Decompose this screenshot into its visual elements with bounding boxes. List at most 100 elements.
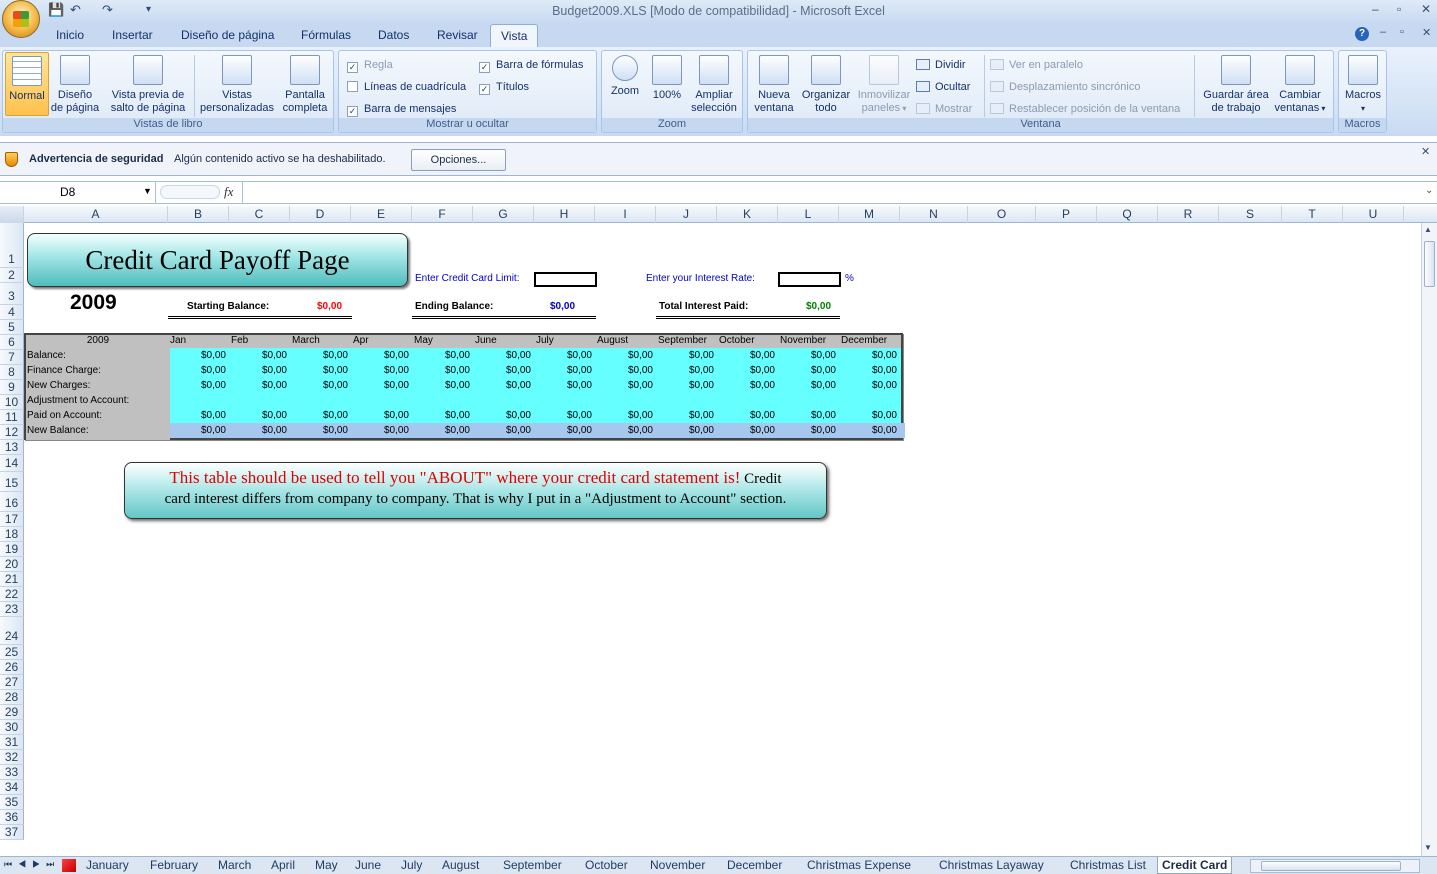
page-layout-button[interactable]: Diseño de página <box>49 55 101 115</box>
workbook-close-button[interactable]: ✕ <box>1422 26 1431 39</box>
column-header[interactable]: M <box>839 206 900 223</box>
row-header[interactable]: 27 <box>0 675 24 690</box>
column-header[interactable]: G <box>473 206 534 223</box>
insert-function-icon[interactable]: fx <box>224 184 233 200</box>
column-header[interactable]: R <box>1158 206 1219 223</box>
row-header[interactable]: 8 <box>0 365 24 380</box>
chevron-down-icon[interactable]: ▼ <box>143 186 152 196</box>
row-header[interactable]: 32 <box>0 750 24 765</box>
gridlines-checkbox[interactable]: Líneas de cuadrícula <box>347 81 466 93</box>
view-side-by-side-button[interactable]: Ver en paralelo <box>990 59 1083 71</box>
workbook-minimize-button[interactable]: – <box>1380 26 1386 38</box>
close-button[interactable]: ✕ <box>1421 2 1431 16</box>
column-header[interactable]: U <box>1343 206 1404 223</box>
column-header[interactable]: T <box>1282 206 1343 223</box>
row-header[interactable]: 19 <box>0 542 24 557</box>
new-window-button[interactable]: Nueva ventana <box>752 55 796 115</box>
row-header[interactable]: 4 <box>0 305 24 320</box>
vertical-scroll-thumb[interactable] <box>1424 241 1435 287</box>
page-break-preview-button[interactable]: Vista previa de salto de página <box>105 55 191 115</box>
row-header[interactable]: 13 <box>0 440 24 455</box>
row-header[interactable]: 30 <box>0 720 24 735</box>
tab-insertar[interactable]: Insertar <box>112 28 153 42</box>
unhide-button[interactable]: Mostrar <box>916 103 972 115</box>
maximize-button[interactable]: ▫ <box>1397 2 1401 16</box>
row-header[interactable]: 35 <box>0 795 24 810</box>
row-header[interactable]: 14 <box>0 455 24 472</box>
column-header[interactable]: Q <box>1097 206 1158 223</box>
column-header[interactable]: A <box>24 206 168 223</box>
macros-button[interactable]: Macros ▾ <box>1341 55 1385 115</box>
limit-input[interactable] <box>534 272 597 287</box>
sheet-tab[interactable]: October <box>581 857 632 874</box>
column-header[interactable]: D <box>290 206 351 223</box>
minimize-button[interactable]: – <box>1372 2 1379 16</box>
row-header[interactable]: 28 <box>0 690 24 705</box>
column-header[interactable]: N <box>900 206 968 223</box>
save-workspace-button[interactable]: Guardar área de trabajo <box>1198 55 1274 115</box>
tab-formulas[interactable]: Fórmulas <box>301 28 351 42</box>
name-box[interactable]: D8 ▼ <box>0 182 156 203</box>
sheet-tab[interactable]: April <box>267 857 299 874</box>
row-header[interactable]: 31 <box>0 735 24 750</box>
split-button[interactable]: Dividir <box>916 59 966 71</box>
options-button[interactable]: Opciones... <box>411 149 506 171</box>
row-header[interactable]: 6 <box>0 335 24 350</box>
workbook-restore-button[interactable]: ▫ <box>1400 26 1404 38</box>
undo-icon[interactable]: ↶ <box>70 2 81 18</box>
custom-views-button[interactable]: Vistas personalizadas <box>197 55 277 115</box>
row-header[interactable]: 1 <box>0 223 24 268</box>
column-header[interactable]: L <box>778 206 839 223</box>
scroll-down-icon[interactable]: ▼ <box>1424 843 1432 852</box>
sheet-tab[interactable]: November <box>646 857 709 874</box>
sheet-tab[interactable]: Christmas Layaway <box>935 857 1048 874</box>
expand-formula-bar-icon[interactable]: ⌄ <box>1425 185 1433 196</box>
horizontal-scrollbar[interactable] <box>1250 859 1420 873</box>
horizontal-scroll-thumb[interactable] <box>1261 861 1401 871</box>
sheet-tab[interactable]: July <box>397 857 426 874</box>
row-header[interactable]: 12 <box>0 425 24 440</box>
column-header[interactable]: H <box>534 206 595 223</box>
reset-window-position-button[interactable]: Restablecer posición de la ventana <box>990 103 1180 115</box>
tab-vista[interactable]: Vista <box>490 24 539 49</box>
column-header[interactable]: P <box>1036 206 1097 223</box>
sheet-tab[interactable]: September <box>499 857 566 874</box>
sheet-tab[interactable]: February <box>146 857 202 874</box>
sheet-tab[interactable]: December <box>723 857 786 874</box>
zoom-100-button[interactable]: 100% <box>648 55 686 102</box>
row-header[interactable]: 29 <box>0 705 24 720</box>
save-icon[interactable]: 💾 <box>48 2 64 18</box>
sync-scrolling-button[interactable]: Desplazamiento sincrónico <box>990 81 1140 93</box>
row-header[interactable]: 9 <box>0 380 24 395</box>
switch-windows-button[interactable]: Cambiar ventanas ▾ <box>1270 55 1330 115</box>
sheet-tab[interactable]: January <box>82 857 133 874</box>
sheet-tab[interactable]: Credit Card <box>1157 857 1233 874</box>
row-header[interactable]: 21 <box>0 572 24 587</box>
column-header[interactable]: O <box>968 206 1036 223</box>
column-header[interactable]: E <box>351 206 412 223</box>
column-header[interactable]: I <box>595 206 656 223</box>
column-header[interactable]: C <box>229 206 290 223</box>
full-screen-button[interactable]: Pantalla completa <box>279 55 331 115</box>
row-header[interactable]: 33 <box>0 765 24 780</box>
column-header[interactable]: J <box>656 206 717 223</box>
row-header[interactable]: 26 <box>0 660 24 675</box>
row-header[interactable]: 5 <box>0 320 24 335</box>
row-header[interactable]: 18 <box>0 527 24 542</box>
tab-diseno-pagina[interactable]: Diseño de página <box>181 28 274 42</box>
message-bar-checkbox[interactable]: ✓ Barra de mensajes <box>347 103 456 117</box>
row-header[interactable]: 22 <box>0 587 24 602</box>
tab-datos[interactable]: Datos <box>378 28 409 42</box>
tab-revisar[interactable]: Revisar <box>437 28 478 42</box>
arrange-all-button[interactable]: Organizar todo <box>798 55 854 115</box>
sheet-tab[interactable]: Christmas Expense <box>803 857 915 874</box>
row-header[interactable]: 37 <box>0 825 24 840</box>
normal-view-button[interactable]: Normal <box>5 52 49 116</box>
formula-input[interactable] <box>242 182 1422 203</box>
row-header[interactable]: 24 <box>0 617 24 645</box>
scroll-up-icon[interactable]: ▲ <box>1424 225 1432 234</box>
office-button[interactable] <box>2 0 40 38</box>
column-header[interactable]: S <box>1219 206 1282 223</box>
help-icon[interactable]: ? <box>1355 27 1369 41</box>
row-header[interactable]: 17 <box>0 512 24 527</box>
